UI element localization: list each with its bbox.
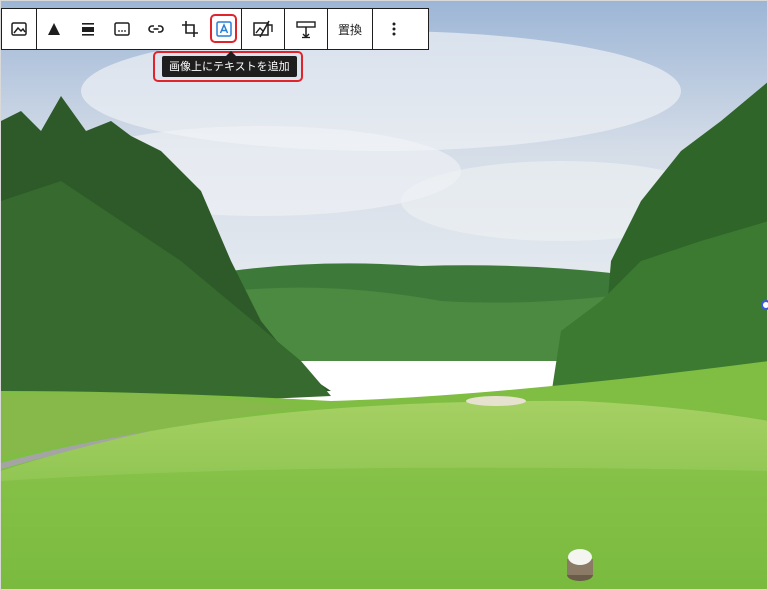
add-text-over-image-button[interactable] [207, 9, 241, 49]
golf-course-image[interactable] [0, 0, 768, 590]
dimensions-button[interactable] [285, 9, 327, 49]
remove-bg-icon [252, 19, 274, 39]
block-toolbar: 置換 [1, 8, 429, 50]
caption-icon [113, 21, 131, 37]
image-block-button[interactable] [2, 9, 36, 49]
tooltip: 画像上にテキストを追加 [162, 51, 297, 77]
remove-background-button[interactable] [242, 9, 284, 49]
crop-icon [181, 20, 199, 38]
caption-button[interactable] [105, 9, 139, 49]
align-icon [80, 21, 96, 37]
resize-handle[interactable] [761, 300, 768, 310]
more-options-icon [391, 21, 397, 37]
more-options-button[interactable] [373, 9, 415, 49]
link-button[interactable] [139, 9, 173, 49]
remove-bg-group [242, 9, 285, 49]
duotone-button[interactable] [37, 9, 71, 49]
crop-button[interactable] [173, 9, 207, 49]
image-tools-group [37, 9, 242, 49]
highlight-ring [210, 14, 237, 43]
link-icon [147, 21, 165, 37]
dimensions-icon [295, 19, 317, 39]
image-icon [10, 20, 28, 38]
duotone-icon [46, 21, 62, 37]
options-group [373, 9, 415, 49]
block-type-group [2, 9, 37, 49]
replace-button[interactable]: 置換 [328, 9, 372, 49]
align-button[interactable] [71, 9, 105, 49]
replace-group: 置換 [328, 9, 374, 49]
dimensions-group [285, 9, 328, 49]
